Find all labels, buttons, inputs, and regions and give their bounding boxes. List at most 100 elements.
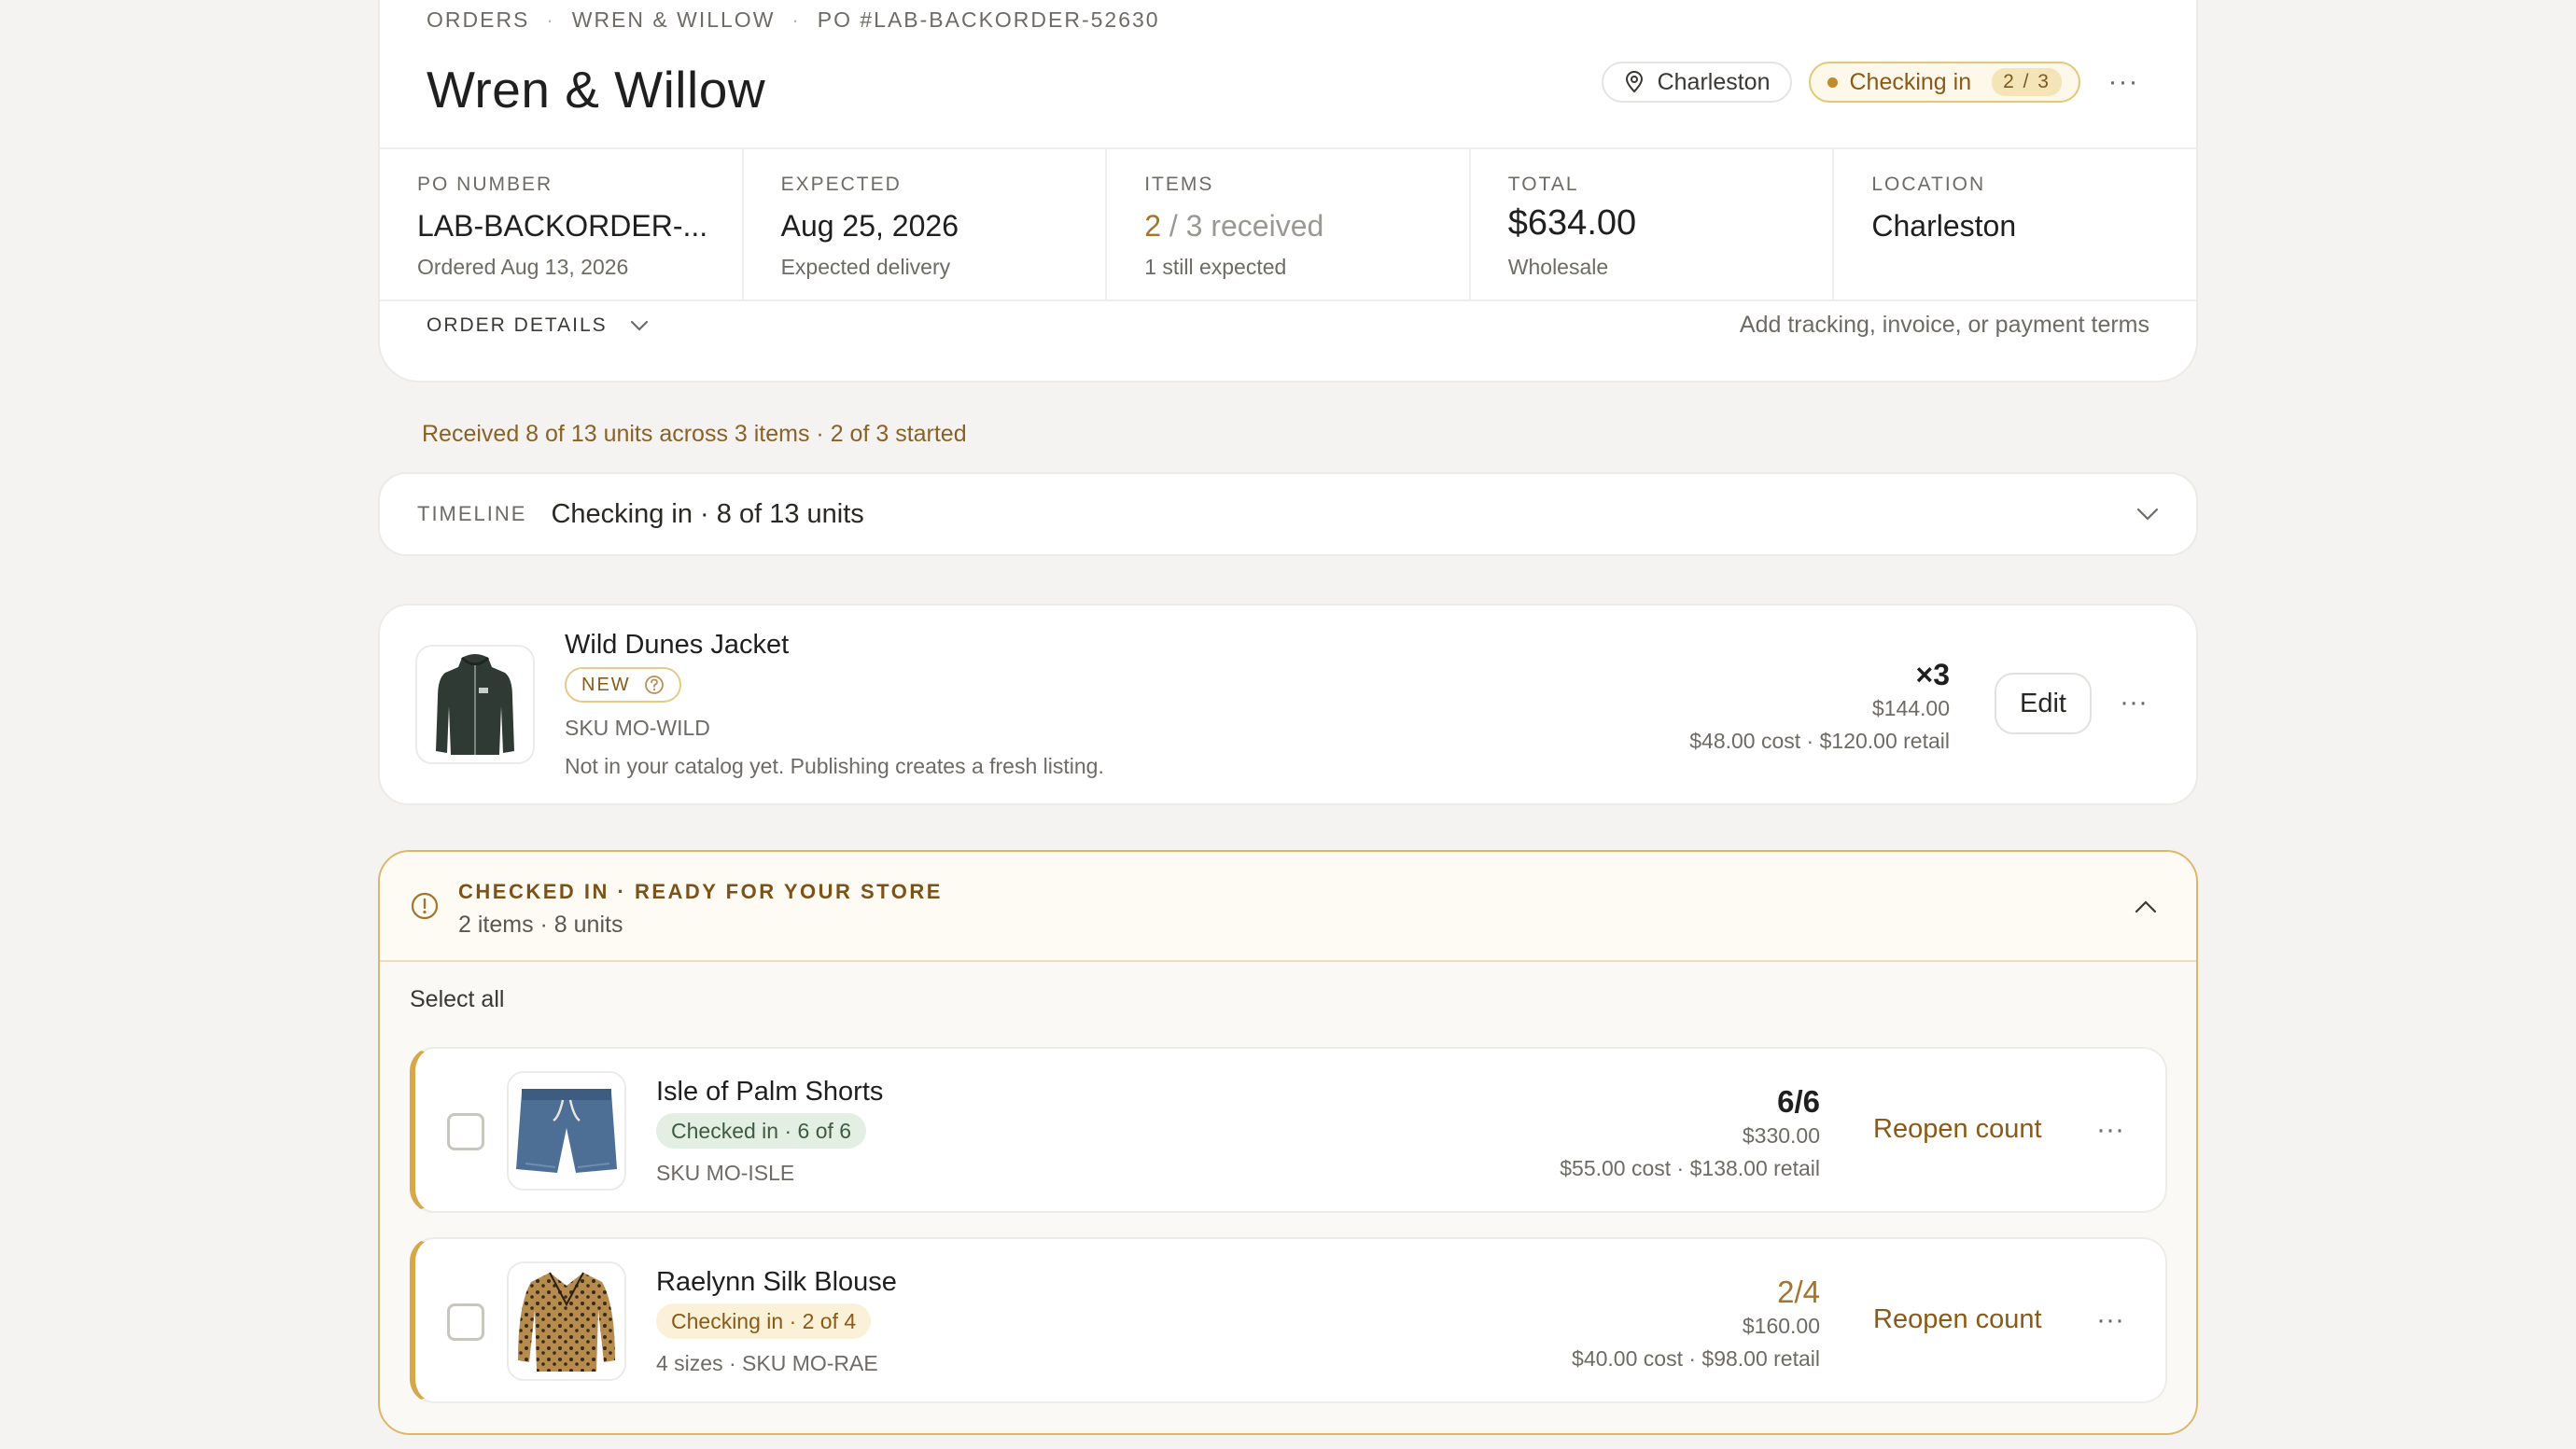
status-dot-icon: [1827, 77, 1839, 88]
checked-item-row: Isle of Palm Shorts Checked in · 6 of 6 …: [410, 1047, 2167, 1213]
line-total: $330.00: [1742, 1123, 1820, 1148]
price-block: 2/4 $160.00 $40.00 cost · $98.00 retail: [1572, 1275, 1820, 1372]
received-fraction: 2/4: [1777, 1275, 1820, 1309]
chevron-down-icon: [630, 320, 648, 331]
location-pill-label: Charleston: [1657, 68, 1771, 95]
stat-value: Charleston: [1871, 209, 2017, 243]
blouse-image-icon: [518, 1272, 615, 1372]
stat-sub: Ordered Aug 13, 2026: [417, 255, 629, 279]
help-circle-icon[interactable]: [644, 675, 665, 695]
status-badge: Checked in · 6 of 6: [656, 1113, 867, 1149]
checked-in-section: CHECKED IN · READY FOR YOUR STORE 2 item…: [378, 850, 2198, 1435]
order-more-button[interactable]: ···: [2097, 62, 2149, 103]
page-title: Wren & Willow: [427, 61, 766, 118]
ellipsis-icon: ···: [2120, 687, 2148, 718]
jacket-image-icon: [436, 654, 514, 755]
stat-items: ITEMS 2 / 3 received 1 still expected: [1107, 149, 1471, 300]
status-count: 2 / 3: [1992, 68, 2062, 96]
receiving-summary: Received 8 of 13 units across 3 items · …: [422, 421, 967, 447]
breadcrumb-separator: ·: [546, 7, 555, 32]
ellipsis-icon: ···: [2096, 1114, 2124, 1145]
ellipsis-icon: ···: [2107, 66, 2139, 97]
product-name: Raelynn Silk Blouse: [656, 1267, 897, 1297]
catalog-note: Not in your catalog yet. Publishing crea…: [565, 754, 1104, 778]
stat-value: 2 / 3 received: [1144, 209, 1469, 244]
product-name: Wild Dunes Jacket: [565, 630, 790, 660]
checked-in-header[interactable]: CHECKED IN · READY FOR YOUR STORE 2 item…: [380, 852, 2196, 962]
item-more-button[interactable]: ···: [2110, 684, 2157, 721]
item-checkbox[interactable]: [447, 1113, 484, 1150]
line-total: $160.00: [1742, 1314, 1820, 1338]
product-thumbnail: [507, 1071, 626, 1191]
quantity: ×3: [1915, 658, 1950, 691]
stat-value: $634.00: [1507, 203, 1637, 243]
add-details-link[interactable]: Add tracking, invoice, or payment terms: [1740, 312, 2149, 339]
received-total: / 3 received: [1160, 209, 1324, 243]
product-sku: 4 sizes · SKU MO-RAE: [656, 1351, 878, 1375]
stat-label: EXPECTED: [780, 174, 902, 195]
stat-label: LOCATION: [1871, 174, 1986, 195]
status-badge: Checking in · 2 of 4: [656, 1303, 872, 1339]
breadcrumb-vendor[interactable]: WREN & WILLOW: [572, 7, 776, 33]
location-pill[interactable]: Charleston: [1601, 62, 1793, 103]
new-badge-label: NEW: [581, 674, 631, 695]
product-sku: SKU MO-WILD: [565, 716, 710, 740]
breadcrumb-po: PO #LAB-BACKORDER-52630: [817, 7, 1160, 32]
product-thumbnail: [415, 645, 535, 764]
received-count: 2: [1144, 209, 1161, 243]
ellipsis-icon: ···: [2096, 1304, 2124, 1335]
stat-sub: 1 still expected: [1144, 255, 1287, 279]
status-label: Checking in: [1849, 68, 1972, 95]
edit-button[interactable]: Edit: [1995, 673, 2092, 734]
order-details-toggle[interactable]: ORDER DETAILS: [427, 314, 649, 337]
stat-label: PO NUMBER: [417, 174, 553, 195]
price-block: ×3 $144.00 $48.00 cost · $120.00 retail: [1689, 658, 1950, 754]
stat-total: TOTAL $634.00 Wholesale: [1471, 149, 1835, 300]
reopen-count-button[interactable]: Reopen count: [1873, 1304, 2042, 1335]
unit-prices: $55.00 cost · $138.00 retail: [1560, 1156, 1820, 1180]
item-more-button[interactable]: ···: [2087, 1302, 2134, 1339]
timeline-text: Checking in · 8 of 13 units: [551, 498, 864, 529]
stat-value: LAB-BACKORDER-...: [417, 209, 708, 243]
stat-sub: Wholesale: [1507, 255, 1609, 279]
order-header-card: ORDERS · WREN & WILLOW · PO #LAB-BACKORD…: [378, 0, 2198, 383]
price-block: 6/6 $330.00 $55.00 cost · $138.00 retail: [1560, 1084, 1820, 1181]
timeline-card[interactable]: TIMELINE Checking in · 8 of 13 units: [378, 472, 2198, 556]
product-sku: SKU MO-ISLE: [656, 1161, 795, 1185]
stat-sub: Expected delivery: [780, 255, 951, 279]
order-details-label: ORDER DETAILS: [427, 313, 608, 336]
unit-prices: $48.00 cost · $120.00 retail: [1689, 729, 1950, 753]
section-title: CHECKED IN · READY FOR YOUR STORE: [458, 880, 943, 903]
product-thumbnail: [507, 1261, 626, 1381]
item-checkbox[interactable]: [447, 1303, 484, 1341]
timeline-label: TIMELINE: [417, 502, 527, 525]
pending-item-card: Wild Dunes Jacket NEW SKU MO-WILD Not in…: [378, 604, 2198, 805]
stat-label: ITEMS: [1144, 174, 1214, 195]
checked-item-row: Raelynn Silk Blouse Checking in · 2 of 4…: [410, 1237, 2167, 1403]
info-circle-icon: [411, 892, 439, 920]
stat-expected: EXPECTED Aug 25, 2026 Expected delivery: [744, 149, 1108, 300]
header-actions: Charleston Checking in 2 / 3 ···: [1601, 62, 2149, 103]
breadcrumb: ORDERS · WREN & WILLOW · PO #LAB-BACKORD…: [427, 7, 1160, 33]
chevron-up-icon[interactable]: [2135, 900, 2157, 913]
order-details-row: ORDER DETAILS Add tracking, invoice, or …: [427, 312, 2149, 339]
breadcrumb-orders[interactable]: ORDERS: [427, 7, 529, 33]
unit-prices: $40.00 cost · $98.00 retail: [1572, 1346, 1820, 1371]
stat-value: Aug 25, 2026: [780, 209, 959, 243]
stat-location: LOCATION Charleston: [1834, 149, 2196, 300]
received-fraction: 6/6: [1777, 1084, 1820, 1119]
product-name: Isle of Palm Shorts: [656, 1077, 884, 1107]
item-more-button[interactable]: ···: [2087, 1111, 2134, 1149]
chevron-down-icon[interactable]: [2136, 508, 2159, 521]
new-badge: NEW: [565, 667, 681, 703]
status-badge: Checking in 2 / 3: [1809, 62, 2080, 103]
breadcrumb-separator: ·: [791, 7, 801, 32]
section-subtitle: 2 items · 8 units: [458, 912, 623, 938]
stat-label: TOTAL: [1507, 174, 1579, 195]
shorts-image-icon: [516, 1089, 617, 1173]
select-all-button[interactable]: Select all: [410, 986, 504, 1013]
reopen-count-button[interactable]: Reopen count: [1873, 1114, 2042, 1145]
line-total: $144.00: [1871, 696, 1950, 720]
location-pin-icon: [1625, 71, 1643, 93]
stat-po-number: PO NUMBER LAB-BACKORDER-... Ordered Aug …: [380, 149, 744, 300]
